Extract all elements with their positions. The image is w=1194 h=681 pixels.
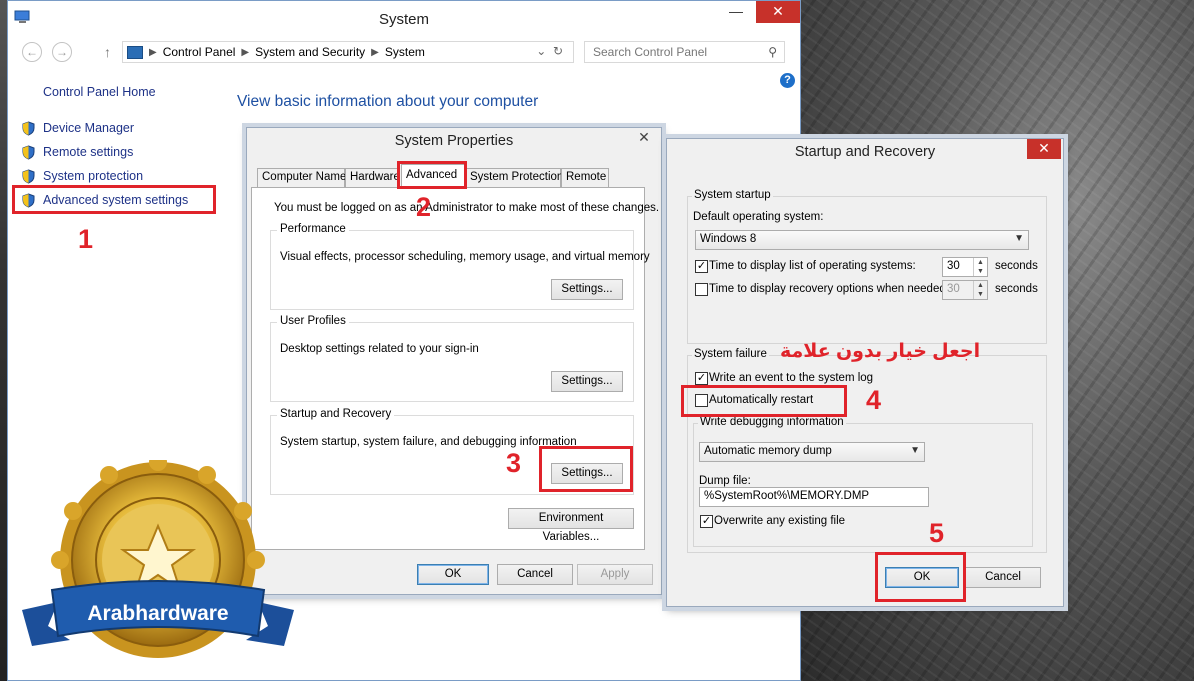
default-os-select[interactable]: Windows 8 ▼ <box>695 230 1029 250</box>
chevron-down-icon: ▼ <box>1014 233 1024 244</box>
step-4-label: 4 <box>866 385 882 415</box>
search-input[interactable]: Search Control Panel ⚲ <box>584 41 785 63</box>
highlight-box-step-1 <box>12 185 216 214</box>
control-panel-home-link[interactable]: Control Panel Home <box>43 85 156 99</box>
refresh-icon[interactable]: ⌄ ↻ <box>536 44 563 58</box>
shield-icon <box>22 169 35 184</box>
search-icon[interactable]: ⚲ <box>768 45 777 59</box>
admin-note: You must be logged on as an Administrato… <box>274 202 660 214</box>
sidebar-item-system-protection[interactable]: System protection <box>43 169 143 183</box>
shield-icon <box>22 145 35 160</box>
page-title: View basic information about your comput… <box>237 93 539 110</box>
system-properties-dialog: System Properties ✕ Computer Name Hardwa… <box>246 127 662 595</box>
startup-recovery-label: Startup and Recovery <box>277 408 395 420</box>
apply-button[interactable]: Apply <box>577 564 653 585</box>
system-startup-label: System startup <box>692 189 773 201</box>
user-profiles-group: User Profiles Desktop settings related t… <box>270 315 634 402</box>
dump-file-label: Dump file: <box>699 475 751 487</box>
close-icon[interactable]: ✕ <box>756 1 800 23</box>
step-3-label: 3 <box>506 448 522 478</box>
time-list-value: 30 <box>947 260 960 272</box>
ok-button[interactable]: OK <box>417 564 489 585</box>
default-os-value: Windows 8 <box>700 233 757 245</box>
arabic-instruction: اجعل خيار بدون علامة <box>780 341 981 362</box>
write-event-checkbox[interactable]: ✓ <box>695 372 708 385</box>
time-list-checkbox[interactable]: ✓ <box>695 260 708 273</box>
system-window-title: System <box>378 11 429 28</box>
performance-label: Performance <box>277 223 349 235</box>
debug-select[interactable]: Automatic memory dump ▼ <box>699 442 925 462</box>
spinner-arrows[interactable]: ▲ ▼ <box>973 281 987 299</box>
overwrite-checkbox[interactable]: ✓ <box>700 515 713 528</box>
advanced-tab-panel: You must be logged on as an Administrato… <box>251 187 659 550</box>
time-recovery-label: Time to display recovery options when ne… <box>709 283 949 295</box>
tab-remote[interactable]: Remote <box>561 168 609 187</box>
seconds-label: seconds <box>995 260 1038 272</box>
close-icon[interactable]: ✕ <box>629 128 659 148</box>
help-icon[interactable]: ? <box>780 73 795 88</box>
tab-system-protection[interactable]: System Protection <box>465 168 563 187</box>
system-titlebar: System — □ ✕ <box>8 1 800 37</box>
debug-label: Write debugging information <box>698 416 846 428</box>
time-recovery-checkbox[interactable] <box>695 283 708 296</box>
performance-description: Visual effects, processor scheduling, me… <box>280 251 650 263</box>
step-1-label: 1 <box>78 224 94 254</box>
system-properties-title: System Properties <box>394 133 514 149</box>
time-recovery-spinner[interactable]: 30 ▲ ▼ <box>942 280 988 300</box>
search-placeholder: Search Control Panel <box>593 45 708 59</box>
time-recovery-value: 30 <box>947 283 960 295</box>
back-arrow-icon[interactable]: ← <box>22 42 42 62</box>
overwrite-label: Overwrite any existing file <box>714 515 846 527</box>
arabhardware-logo: Arabhardware <box>22 460 294 658</box>
watermark-text: Arabhardware <box>87 602 228 625</box>
highlight-box-step-4 <box>681 385 847 417</box>
minimize-icon[interactable]: — <box>720 1 752 23</box>
shield-icon <box>22 121 35 136</box>
time-list-spinner[interactable]: 30 ▲ ▼ <box>942 257 988 277</box>
step-5-label: 5 <box>929 518 945 548</box>
cancel-button[interactable]: Cancel <box>965 567 1041 588</box>
breadcrumb-item[interactable]: System and Security <box>255 45 365 59</box>
user-profiles-settings-button[interactable]: Settings... <box>551 371 623 392</box>
chevron-down-icon: ▼ <box>910 445 920 456</box>
spinner-arrows[interactable]: ▲ ▼ <box>973 258 987 276</box>
breadcrumb[interactable]: ▶ Control Panel ▶ System and Security ▶ … <box>122 41 574 63</box>
highlight-box-step-5 <box>875 552 966 602</box>
environment-variables-button[interactable]: Environment Variables... <box>508 508 634 543</box>
sidebar-item-device-manager[interactable]: Device Manager <box>43 121 134 135</box>
step-2-label: 2 <box>416 192 432 222</box>
cancel-button[interactable]: Cancel <box>497 564 573 585</box>
startup-recovery-dialog: Startup and Recovery ✕ System startup De… <box>666 138 1064 607</box>
time-list-label: Time to display list of operating system… <box>709 260 916 272</box>
sidebar-item-remote-settings[interactable]: Remote settings <box>43 145 133 159</box>
default-os-label: Default operating system: <box>693 211 824 223</box>
close-icon[interactable]: ✕ <box>1027 139 1061 159</box>
dump-file-input[interactable]: %SystemRoot%\MEMORY.DMP <box>699 487 929 507</box>
breadcrumb-item[interactable]: System <box>385 45 425 59</box>
breadcrumb-separator: ▶ <box>371 46 379 58</box>
seconds-label: seconds <box>995 283 1038 295</box>
system-failure-label: System failure <box>692 348 769 360</box>
startup-recovery-title: Startup and Recovery <box>794 144 936 160</box>
breadcrumb-separator: ▶ <box>149 46 157 58</box>
desktop-edge <box>0 0 7 681</box>
startup-recovery-description: System startup, system failure, and debu… <box>280 436 577 448</box>
user-profiles-description: Desktop settings related to your sign-in <box>280 343 479 355</box>
forward-arrow-icon[interactable]: → <box>52 42 72 62</box>
tab-hardware[interactable]: Hardware <box>345 168 400 187</box>
breadcrumb-item[interactable]: Control Panel <box>163 45 236 59</box>
user-profiles-label: User Profiles <box>277 315 349 327</box>
address-bar: ← → ↑ ▶ Control Panel ▶ System and Secur… <box>8 41 800 65</box>
highlight-box-step-2 <box>397 161 467 189</box>
tab-computer-name[interactable]: Computer Name <box>257 168 346 187</box>
breadcrumb-separator: ▶ <box>241 46 250 58</box>
debug-value: Automatic memory dump <box>704 445 832 457</box>
highlight-box-step-3 <box>539 446 633 492</box>
write-event-label: Write an event to the system log <box>709 372 874 384</box>
up-arrow-icon[interactable]: ↑ <box>104 44 111 60</box>
performance-settings-button[interactable]: Settings... <box>551 279 623 300</box>
performance-group: Performance Visual effects, processor sc… <box>270 223 650 310</box>
computer-icon <box>127 45 143 59</box>
